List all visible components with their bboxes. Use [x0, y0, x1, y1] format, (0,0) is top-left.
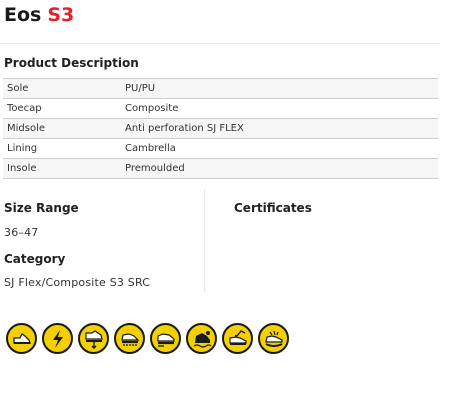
title-divider	[0, 43, 440, 44]
certificates-heading: Certificates	[234, 201, 312, 215]
toecap-protection-icon	[6, 323, 37, 354]
table-row: Insole Premoulded	[3, 158, 438, 179]
fuel-oil-resistant-icon	[222, 323, 253, 354]
size-range-value: 36–47	[4, 226, 39, 239]
product-name: Eos	[4, 4, 42, 26]
spec-value: Composite	[121, 98, 438, 119]
antistatic-icon	[42, 323, 73, 354]
table-row: Toecap Composite	[3, 98, 438, 119]
product-code: S3	[47, 4, 75, 26]
spec-value: Premoulded	[121, 158, 438, 179]
table-row: Midsole Anti perforation SJ FLEX	[3, 118, 438, 139]
table-row: Sole PU/PU	[3, 78, 438, 99]
slip-resistant-sole-icon	[114, 323, 145, 354]
flexible-sole-icon	[258, 323, 289, 354]
category-value: SJ Flex/Composite S3 SRC	[4, 276, 151, 289]
spec-key: Lining	[3, 138, 121, 159]
table-row: Lining Cambrella	[3, 138, 438, 159]
anti-perforation-icon	[78, 323, 109, 354]
water-resistant-icon	[186, 323, 217, 354]
column-divider	[204, 190, 205, 292]
spec-key: Toecap	[3, 98, 121, 119]
product-description-heading: Product Description	[4, 56, 139, 70]
product-title: Eos S3	[4, 4, 74, 26]
spec-value: Cambrella	[121, 138, 438, 159]
spec-key: Insole	[3, 158, 121, 179]
energy-absorbing-heel-icon	[150, 323, 181, 354]
spec-value: Anti perforation SJ FLEX	[121, 118, 438, 139]
feature-icons	[6, 323, 289, 354]
spec-key: Sole	[3, 78, 121, 99]
spec-value: PU/PU	[121, 78, 438, 99]
product-description-table: Sole PU/PU Toecap Composite Midsole Anti…	[3, 78, 438, 179]
category-heading: Category	[4, 252, 66, 266]
size-range-heading: Size Range	[4, 201, 79, 215]
spec-key: Midsole	[3, 118, 121, 139]
